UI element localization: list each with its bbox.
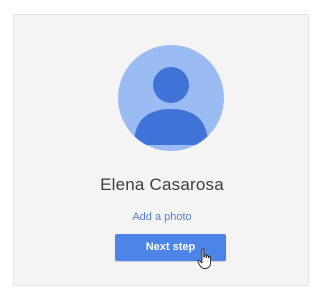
- person-icon: [134, 67, 208, 145]
- hand-cursor-icon: [197, 248, 213, 270]
- avatar: [118, 45, 224, 151]
- add-photo-link[interactable]: Add a photo: [14, 211, 310, 223]
- profile-card: Elena Casarosa Add a photo Next step: [13, 14, 309, 286]
- profile-name: Elena Casarosa: [100, 175, 224, 194]
